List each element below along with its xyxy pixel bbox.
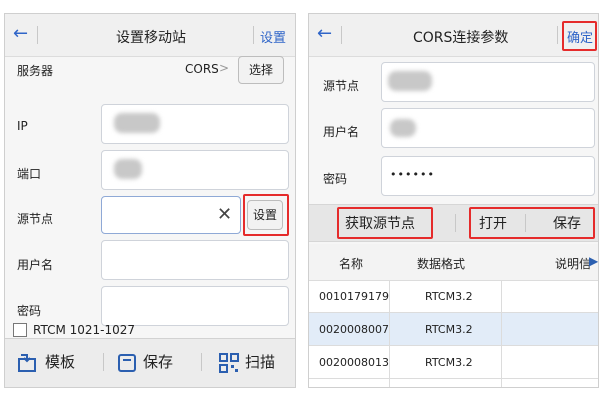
blurred-port-value <box>114 159 142 179</box>
select-server-button[interactable]: 选择 <box>238 56 284 84</box>
row-format: RTCM3.2 <box>425 290 473 303</box>
save-label: 保存 <box>143 353 174 371</box>
row-name: 0010179179 <box>319 290 389 303</box>
header-divider <box>37 26 38 44</box>
blurred-ip-value <box>114 113 160 133</box>
back-arrow-icon[interactable]: ← <box>13 23 28 44</box>
scan-button[interactable]: 扫描 <box>219 351 275 373</box>
scan-label: 扫描 <box>245 353 276 371</box>
table-row[interactable]: 0020008007 RTCM3.2 <box>309 313 598 346</box>
mountpoint-label: 源节点 <box>323 79 360 93</box>
left-header: ← 设置移动站 设置 <box>5 14 295 57</box>
highlight-box <box>337 207 433 239</box>
template-icon <box>18 353 36 372</box>
cors-params-panel: ← CORS连接参数 确定 源节点 用户名 密码 •••••• 获取源节点 打开… <box>308 13 599 388</box>
password-input[interactable] <box>101 286 289 326</box>
username-input[interactable] <box>381 108 595 148</box>
highlight-box <box>243 194 289 236</box>
row-format: RTCM3.2 <box>425 323 473 336</box>
ip-input[interactable] <box>101 104 289 144</box>
chevron-right-icon: > <box>219 61 230 75</box>
back-arrow-icon[interactable]: ← <box>317 23 332 44</box>
rtcm-label: RTCM 1021-1027 <box>33 323 136 337</box>
ip-label: IP <box>17 119 28 133</box>
highlight-box <box>562 21 597 51</box>
username-label: 用户名 <box>323 125 360 139</box>
password-input[interactable]: •••••• <box>381 156 595 196</box>
header-divider <box>253 26 254 44</box>
scroll-right-icon[interactable]: ▶ <box>589 254 598 268</box>
table-header: 名称 数据格式 说明信 ▶ <box>309 244 598 281</box>
password-value: •••••• <box>390 168 435 181</box>
column-header-format: 数据格式 <box>417 257 466 271</box>
mountpoint-label: 源节点 <box>17 212 54 226</box>
rtcm-checkbox[interactable] <box>13 323 27 337</box>
right-header: ← CORS连接参数 确定 <box>309 14 598 57</box>
table-row[interactable]: 0010179179 RTCM3.2 <box>309 280 598 313</box>
bottom-toolbar: 模板 保存 扫描 <box>5 338 295 387</box>
password-label: 密码 <box>17 304 42 318</box>
page-title: CORS连接参数 <box>413 30 509 46</box>
port-label: 端口 <box>17 167 42 181</box>
header-divider <box>557 26 558 44</box>
password-label: 密码 <box>323 172 348 186</box>
column-divider <box>389 280 390 387</box>
blurred-username-value <box>390 119 416 137</box>
blurred-mountpoint-value <box>388 71 432 91</box>
rover-settings-panel: ← 设置移动站 设置 服务器 CORS > 选择 IP 端口 源节点 ✕ 设置 … <box>4 13 296 388</box>
toolbar-divider <box>201 353 202 371</box>
toolbar-divider <box>103 353 104 371</box>
server-label: 服务器 <box>17 64 54 78</box>
template-button[interactable]: 模板 <box>17 351 75 373</box>
save-button[interactable]: 保存 <box>117 351 173 373</box>
action-divider <box>455 214 456 232</box>
clear-icon[interactable]: ✕ <box>217 204 232 225</box>
table-row[interactable]: 0020008013 RTCM3.2 <box>309 346 598 379</box>
username-input[interactable] <box>101 240 289 280</box>
row-format: RTCM3.2 <box>425 356 473 369</box>
action-bar: 获取源节点 打开 保存 <box>309 204 598 242</box>
settings-button[interactable]: 设置 <box>260 27 286 46</box>
qr-code-icon <box>219 352 239 373</box>
mountpoint-input[interactable] <box>381 62 595 102</box>
header-divider <box>341 26 342 44</box>
template-label: 模板 <box>45 353 76 371</box>
port-input[interactable] <box>101 150 289 190</box>
server-value[interactable]: CORS <box>185 62 219 76</box>
highlight-box <box>469 207 595 239</box>
row-name: 0020008007 <box>319 323 389 336</box>
page-title: 设置移动站 <box>116 30 186 46</box>
column-divider <box>501 280 502 387</box>
mountpoint-table: 名称 数据格式 说明信 ▶ 0010179179 RTCM3.2 0020008… <box>309 244 598 387</box>
mountpoint-input[interactable]: ✕ <box>101 196 241 234</box>
column-header-description: 说明信 <box>555 257 592 271</box>
column-header-name: 名称 <box>339 257 364 271</box>
save-icon <box>118 353 136 372</box>
row-name: 0020008013 <box>319 356 389 369</box>
username-label: 用户名 <box>17 258 54 272</box>
